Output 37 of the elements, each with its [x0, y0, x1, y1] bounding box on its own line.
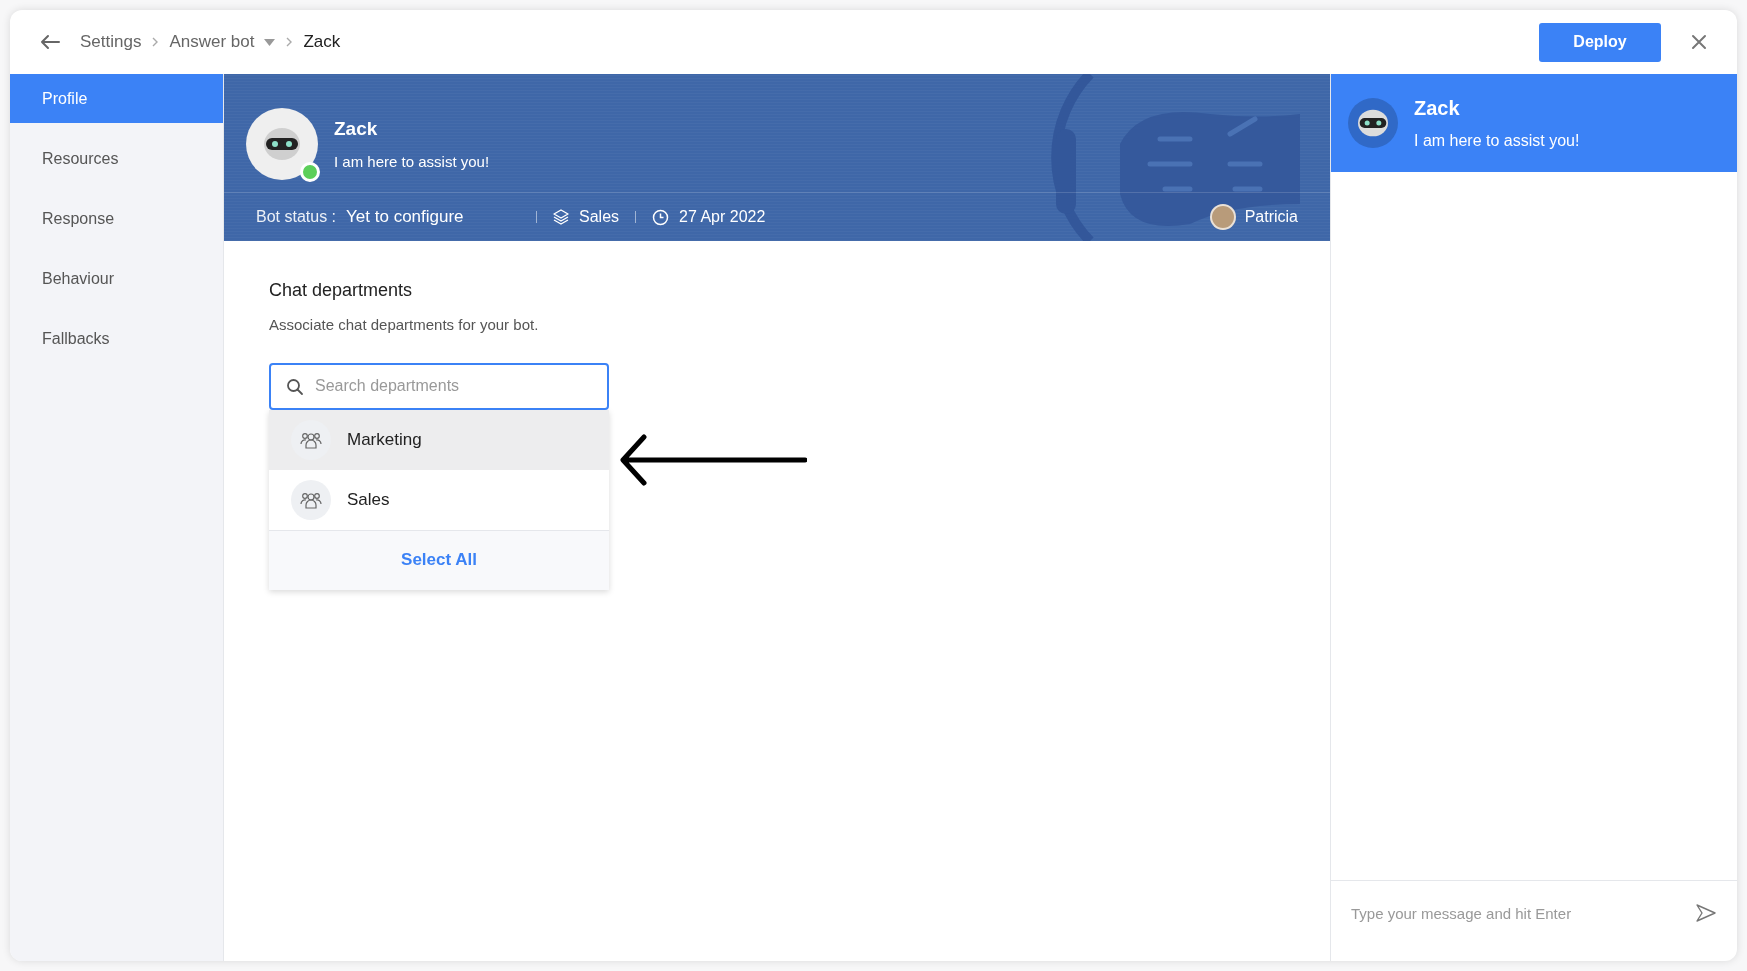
message-input[interactable]: Type your message and hit Enter	[1351, 903, 1695, 926]
sidebar-item[interactable]: Response	[10, 194, 223, 243]
search-icon	[286, 377, 304, 396]
caret-icon	[264, 38, 276, 46]
select-all-link[interactable]: Select All	[401, 547, 477, 573]
breadcrumb-link[interactable]: Settings	[80, 29, 142, 55]
status-value: Yet to configure	[346, 206, 465, 229]
status-label: Bot status :	[256, 207, 337, 227]
owner-name: Patricia	[1244, 207, 1298, 227]
chevron-icon	[285, 36, 294, 48]
department-option[interactable]: Sales	[269, 469, 609, 530]
group-icon	[291, 479, 331, 520]
bot-name: Zack	[334, 116, 379, 141]
deploy-button[interactable]: Deploy	[1539, 22, 1661, 62]
breadcrumb-current: Zack	[303, 31, 341, 54]
clock-icon	[652, 208, 670, 226]
sidebar-item[interactable]: Behaviour	[10, 254, 223, 303]
breadcrumb-dropdown[interactable]: Answer bot	[169, 29, 276, 55]
created-date: 27 Apr 2022	[679, 207, 766, 227]
section-description: Associate chat departments for your bot.	[269, 315, 540, 335]
section-title: Chat departments	[269, 279, 414, 302]
bot-tagline: I am here to assist you!	[1414, 131, 1580, 151]
department-option[interactable]: Marketing	[269, 409, 609, 470]
sidebar-item[interactable]: Profile	[10, 74, 223, 123]
close-icon[interactable]	[1689, 32, 1709, 52]
sidebar-item[interactable]: Fallbacks	[10, 314, 223, 363]
group-icon	[291, 419, 331, 460]
layers-icon	[553, 209, 570, 225]
chevron-icon	[151, 36, 160, 48]
bot-avatar	[1348, 98, 1398, 148]
bot-avatar	[246, 108, 318, 180]
bot-name: Zack	[1414, 96, 1461, 121]
search-field[interactable]: Search departments	[269, 362, 609, 410]
sidebar-item[interactable]: Resources	[10, 134, 223, 183]
bot-tagline: I am here to assist you!	[334, 152, 490, 172]
send-icon[interactable]	[1695, 903, 1717, 923]
department-label: Sales	[579, 207, 620, 227]
